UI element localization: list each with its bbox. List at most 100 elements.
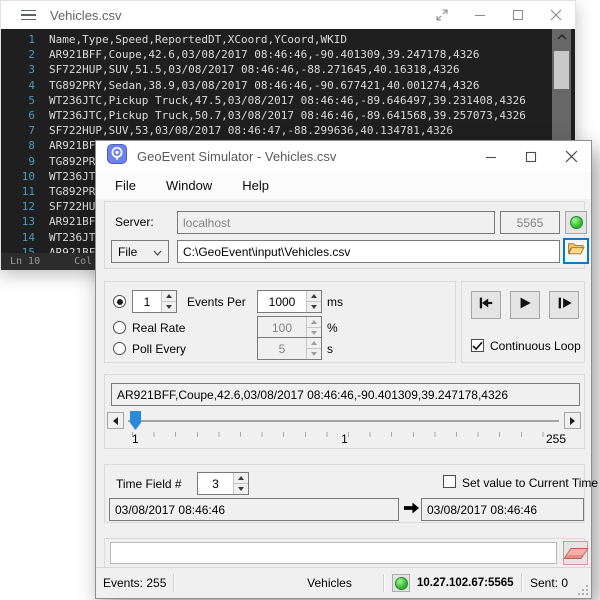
- play-button[interactable]: [510, 291, 540, 319]
- line-number: 9: [1, 154, 45, 169]
- event-slider-track[interactable]: [128, 420, 559, 422]
- real-rate-radio[interactable]: [113, 321, 126, 334]
- continuous-loop-label: Continuous Loop: [490, 339, 581, 353]
- resize-grip-icon[interactable]: [578, 585, 588, 595]
- playback-group: Continuous Loop: [461, 281, 585, 363]
- line-text: WT236JT: [49, 169, 95, 184]
- dropdown-chevron-icon: [153, 245, 162, 259]
- step-forward-button[interactable]: [549, 291, 579, 319]
- current-event-textbox[interactable]: [111, 383, 580, 406]
- spinner-arrows[interactable]: [306, 291, 321, 312]
- scroll-up-icon[interactable]: [552, 29, 571, 45]
- clear-button[interactable]: [563, 541, 588, 565]
- set-current-time-checkbox[interactable]: [443, 475, 456, 488]
- events-per-radio[interactable]: [113, 295, 126, 308]
- menu-window[interactable]: Window: [151, 174, 227, 197]
- poll-every-radio[interactable]: [113, 342, 126, 355]
- line-number: 11: [1, 184, 45, 199]
- expand-icon[interactable]: [423, 2, 461, 28]
- maximize-icon[interactable]: [511, 143, 551, 171]
- continuous-loop-checkbox[interactable]: [471, 339, 484, 352]
- line-text: AR921BF: [49, 245, 95, 253]
- step-forward-icon: [555, 295, 573, 316]
- code-line: 3 SF722HUP,SUV,51.5,03/08/2017 08:46:46,-…: [1, 62, 575, 77]
- hamburger-icon[interactable]: [21, 10, 36, 21]
- close-icon[interactable]: [551, 143, 591, 171]
- line-number: 1: [1, 32, 45, 47]
- minimize-icon[interactable]: [461, 2, 499, 28]
- file-path-input[interactable]: [177, 240, 560, 263]
- line-number: 14: [1, 230, 45, 245]
- progress-bar: [110, 542, 557, 564]
- events-count-status: Events: 255: [103, 568, 166, 598]
- status-separator: [173, 574, 175, 592]
- event-slider-thumb[interactable]: [130, 411, 141, 430]
- spinner-arrows: [306, 338, 321, 359]
- line-text: AR921BF: [49, 214, 95, 229]
- status-separator: [383, 574, 385, 592]
- spinner-arrows[interactable]: [233, 473, 248, 494]
- line-text: SF722HU: [49, 199, 95, 214]
- time-field-spinner[interactable]: 3: [197, 472, 249, 495]
- poll-unit-label: s: [327, 342, 333, 356]
- interval-spinner[interactable]: 1000: [257, 290, 322, 313]
- line-text: AR921BFF,Coupe,42.6,03/08/2017 08:46:46,…: [49, 47, 479, 62]
- code-line: 2AR921BFF,Coupe,42.6,03/08/2017 08:46:46…: [1, 47, 575, 62]
- line-number: 8: [1, 138, 45, 153]
- maximize-icon[interactable]: [499, 2, 537, 28]
- real-rate-unit-label: %: [327, 321, 338, 335]
- menu-bar: File Window Help: [96, 172, 591, 199]
- editor-title: Vehicles.csv: [50, 8, 423, 23]
- event-preview-group: 1 1 255: [104, 374, 585, 449]
- rate-group: 1 Events Per 1000 ms Real Rate 100 % Pol…: [104, 281, 456, 363]
- events-count-spinner[interactable]: 1: [132, 290, 177, 313]
- slider-right-arrow-icon[interactable]: [564, 412, 581, 429]
- time-field-group: Time Field # 3 Set value to Current Time: [104, 464, 585, 523]
- line-text: TG892PR: [49, 184, 95, 199]
- open-folder-icon: [567, 242, 585, 261]
- line-number: 3: [1, 62, 45, 77]
- real-rate-spinner[interactable]: 100: [257, 316, 322, 339]
- scrollbar-thumb[interactable]: [554, 51, 569, 89]
- spinner-arrows[interactable]: [161, 291, 176, 312]
- minimize-icon[interactable]: [471, 143, 511, 171]
- line-text: SF722HUP,SUV,51.5,03/08/2017 08:46:46,-8…: [49, 62, 460, 77]
- connect-button[interactable]: [565, 211, 587, 234]
- connect-led-icon: [570, 216, 583, 229]
- editor-window-controls: [423, 2, 575, 28]
- real-rate-label: Real Rate: [132, 321, 185, 335]
- real-rate-value: 100: [258, 317, 306, 338]
- map-arrow-right-icon: [403, 501, 420, 520]
- geoevent-simulator-window: GeoEvent Simulator - Vehicles.csv File W…: [95, 140, 592, 599]
- time-from-input[interactable]: [109, 498, 399, 521]
- skip-to-start-button[interactable]: [471, 291, 501, 319]
- menu-help[interactable]: Help: [227, 174, 284, 197]
- interval-unit-label: ms: [327, 295, 343, 309]
- time-to-input[interactable]: [421, 498, 584, 521]
- server-address: 10.27.102.67:5565: [417, 577, 514, 589]
- menu-file[interactable]: File: [100, 174, 151, 197]
- server-label: Server:: [115, 215, 154, 229]
- poll-spinner[interactable]: 5: [257, 337, 322, 360]
- source-type-dropdown[interactable]: File: [111, 240, 169, 263]
- slider-left-arrow-icon[interactable]: [107, 412, 124, 429]
- server-group: Server: File: [104, 201, 585, 269]
- line-text: Name,Type,Speed,ReportedDT,XCoord,YCoord…: [49, 32, 347, 47]
- slider-ticks: [132, 432, 544, 437]
- connection-status: 10.27.102.67:5565: [392, 568, 514, 598]
- interval-value: 1000: [258, 291, 306, 312]
- simulator-titlebar: GeoEvent Simulator - Vehicles.csv: [96, 141, 591, 172]
- code-line: 6WT236JTC,Pickup Truck,50.7,03/08/2017 0…: [1, 108, 575, 123]
- simulation-name-status: Vehicles: [278, 568, 381, 598]
- close-icon[interactable]: [537, 2, 575, 28]
- line-number: 4: [1, 78, 45, 93]
- play-icon: [516, 295, 534, 316]
- line-text: AR921BF: [49, 138, 95, 153]
- progress-group: [104, 538, 585, 568]
- sent-count-status: Sent: 0: [530, 568, 568, 598]
- open-file-button[interactable]: [563, 238, 589, 264]
- server-host-input[interactable]: [177, 211, 495, 234]
- server-port-input[interactable]: [500, 211, 560, 234]
- line-text: TG892PR: [49, 154, 95, 169]
- line-number: 12: [1, 199, 45, 214]
